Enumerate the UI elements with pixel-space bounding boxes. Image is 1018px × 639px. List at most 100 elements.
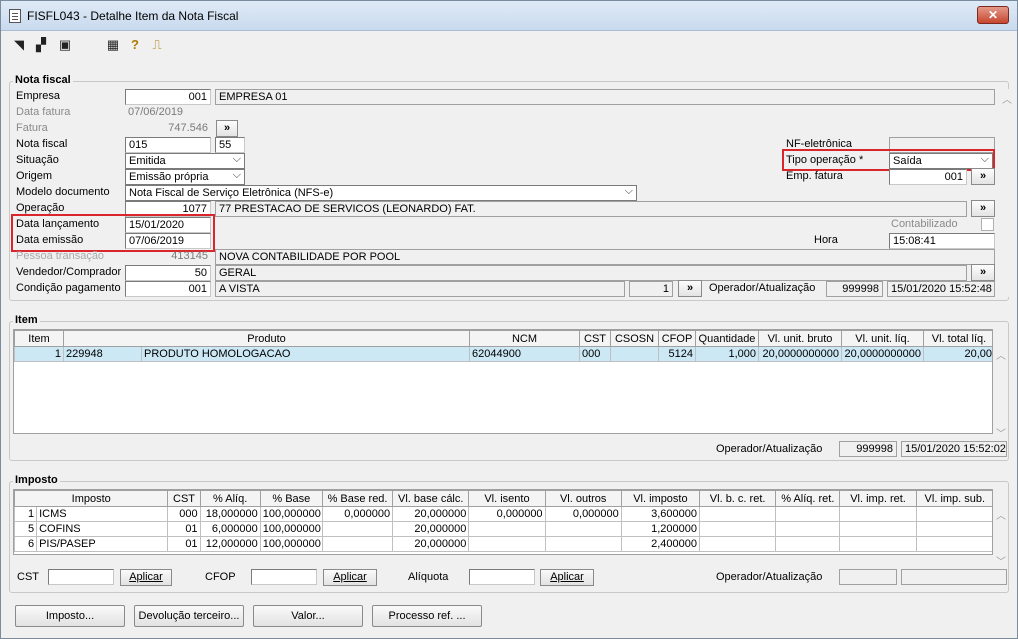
cell[interactable] bbox=[699, 506, 777, 522]
item-col-cfop[interactable]: CFOP bbox=[658, 330, 696, 347]
cell[interactable] bbox=[321, 536, 394, 552]
cell[interactable] bbox=[915, 536, 992, 552]
cell[interactable]: 100,000000 bbox=[259, 536, 323, 552]
cell[interactable]: 1 bbox=[14, 506, 38, 522]
item-scrollbar[interactable]: ︿ ﹀ bbox=[994, 345, 1008, 441]
table-row[interactable]: 6 PIS/PASEP 01 12,000000 100,000000 20,000000… bbox=[14, 536, 992, 552]
aliquota-filter-input[interactable] bbox=[469, 569, 535, 585]
cell[interactable]: 20,0000000000 bbox=[758, 346, 842, 362]
cell[interactable]: 229948 bbox=[63, 346, 142, 362]
nota-fiscal-input[interactable]: 015 bbox=[125, 137, 211, 153]
cell[interactable]: 6,000000 bbox=[199, 521, 261, 537]
help-icon[interactable]: ? bbox=[127, 37, 143, 53]
item-col-produto[interactable]: Produto bbox=[63, 330, 470, 347]
imposto-col-vl-outros[interactable]: Vl. outros bbox=[544, 490, 622, 507]
imposto-col-aliq-ret[interactable]: % Alíq. ret. bbox=[775, 490, 841, 507]
item-col-item[interactable]: Item bbox=[14, 330, 64, 347]
cell[interactable]: 0,000000 bbox=[544, 506, 622, 522]
cell[interactable] bbox=[321, 521, 394, 537]
cell[interactable]: 000 bbox=[167, 506, 201, 522]
condicao-code-input[interactable]: 001 bbox=[125, 281, 211, 297]
situacao-select[interactable]: Emitida bbox=[125, 153, 245, 169]
imposto-col-vl-bc-ret[interactable]: Vl. b. c. ret. bbox=[699, 490, 777, 507]
cell[interactable] bbox=[839, 506, 917, 522]
cell[interactable]: 0,000000 bbox=[468, 506, 546, 522]
cell[interactable]: 20,000000 bbox=[392, 506, 470, 522]
cell[interactable] bbox=[610, 346, 659, 362]
cell[interactable]: 100,000000 bbox=[259, 521, 323, 537]
imposto-col-vl-imp-ret[interactable]: Vl. imp. ret. bbox=[839, 490, 917, 507]
processo-ref-button[interactable]: Processo ref. ... bbox=[372, 605, 482, 627]
cell[interactable]: PIS/PASEP bbox=[36, 536, 169, 552]
modelo-select[interactable]: Nota Fiscal de Serviço Eletrônica (NFS-e… bbox=[125, 185, 637, 201]
vendedor-code-input[interactable]: 50 bbox=[125, 265, 211, 281]
cfop-aplicar-button[interactable]: Aplicar bbox=[323, 569, 377, 586]
cell[interactable]: ICMS bbox=[36, 506, 169, 522]
cell[interactable]: 01 bbox=[167, 536, 201, 552]
imposto-col-vl-imposto[interactable]: Vl. imposto bbox=[620, 490, 701, 507]
imposto-col-aliq[interactable]: % Alíq. bbox=[199, 490, 261, 507]
cell[interactable] bbox=[544, 521, 622, 537]
cell[interactable]: 5124 bbox=[658, 346, 696, 362]
cell[interactable]: 20,000000 bbox=[392, 521, 470, 537]
item-col-vl-total-liq[interactable]: Vl. total líq. bbox=[923, 330, 992, 347]
table-row[interactable]: 5 COFINS 01 6,000000 100,000000 20,000000 1,20… bbox=[14, 521, 992, 537]
cell[interactable] bbox=[699, 536, 777, 552]
imposto-col-imposto[interactable]: Imposto bbox=[14, 490, 169, 507]
cell[interactable] bbox=[915, 506, 992, 522]
imposto-col-vl-imp-sub[interactable]: Vl. imp. sub. bbox=[915, 490, 992, 507]
cell[interactable] bbox=[699, 521, 777, 537]
cell[interactable]: 1 bbox=[14, 346, 64, 362]
cell[interactable]: 3,600000 bbox=[620, 506, 701, 522]
cell[interactable]: 2,400000 bbox=[620, 536, 701, 552]
cell[interactable]: PRODUTO HOMOLOGACAO bbox=[141, 346, 470, 362]
imposto-col-base-red[interactable]: % Base red. bbox=[321, 490, 394, 507]
imposto-col-vl-base-calc[interactable]: Vl. base cálc. bbox=[392, 490, 470, 507]
cell[interactable] bbox=[775, 521, 841, 537]
item-col-cst[interactable]: CST bbox=[579, 330, 611, 347]
cell[interactable] bbox=[468, 521, 546, 537]
fatura-lookup-button[interactable]: » bbox=[216, 120, 238, 137]
emp-fatura-input[interactable]: 001 bbox=[889, 169, 967, 185]
cell[interactable]: 100,000000 bbox=[259, 506, 323, 522]
contabilizado-checkbox[interactable] bbox=[981, 218, 994, 231]
cell[interactable] bbox=[775, 536, 841, 552]
emp-fatura-lookup-button[interactable]: » bbox=[971, 168, 995, 185]
item-col-ncm[interactable]: NCM bbox=[469, 330, 580, 347]
cell[interactable]: 1,200000 bbox=[620, 521, 701, 537]
item-col-csosn[interactable]: CSOSN bbox=[610, 330, 659, 347]
calculator-icon[interactable]: ▦ bbox=[105, 37, 121, 53]
imposto-col-cst[interactable]: CST bbox=[167, 490, 201, 507]
hora-input[interactable]: 15:08:41 bbox=[889, 233, 995, 249]
serie-input[interactable]: 55 bbox=[215, 137, 245, 153]
exit-icon[interactable]: ⎍ bbox=[149, 37, 165, 53]
table-row[interactable]: 1 ICMS 000 18,000000 100,000000 0,000000 20,00… bbox=[14, 506, 992, 522]
item-col-vl-unit-bruto[interactable]: Vl. unit. bruto bbox=[758, 330, 842, 347]
imposto-col-vl-isento[interactable]: Vl. isento bbox=[468, 490, 546, 507]
imposto-button[interactable]: Imposto... bbox=[15, 605, 125, 627]
cell[interactable] bbox=[544, 536, 622, 552]
close-button[interactable]: ✕ bbox=[977, 6, 1009, 24]
devolucao-terceiro-button[interactable]: Devolução terceiro... bbox=[134, 605, 244, 627]
cell[interactable]: 62044900 bbox=[469, 346, 580, 362]
empresa-code-input[interactable]: 001 bbox=[125, 89, 211, 105]
valor-button[interactable]: Valor... bbox=[253, 605, 363, 627]
cell[interactable] bbox=[839, 521, 917, 537]
cst-filter-input[interactable] bbox=[48, 569, 114, 585]
cell[interactable]: 20,000000 bbox=[392, 536, 470, 552]
cst-aplicar-button[interactable]: Aplicar bbox=[120, 569, 172, 586]
imposto-scrollbar[interactable]: ︿ ﹀ bbox=[994, 505, 1008, 568]
cell[interactable]: COFINS bbox=[36, 521, 169, 537]
cell[interactable]: 20,00 bbox=[923, 346, 992, 362]
cell[interactable]: 20,0000000000 bbox=[841, 346, 924, 362]
cell[interactable]: 1,000 bbox=[695, 346, 759, 362]
cell[interactable]: 18,000000 bbox=[199, 506, 261, 522]
item-col-quantidade[interactable]: Quantidade bbox=[695, 330, 759, 347]
cell[interactable]: 12,000000 bbox=[199, 536, 261, 552]
cfop-filter-input[interactable] bbox=[251, 569, 317, 585]
cell[interactable] bbox=[915, 521, 992, 537]
nota-scrollbar[interactable]: ︿ bbox=[1000, 89, 1014, 297]
copy-icon[interactable]: ▞ bbox=[33, 37, 49, 53]
cell[interactable] bbox=[839, 536, 917, 552]
table-row[interactable]: 1 229948 PRODUTO HOMOLOGACAO 62044900 00… bbox=[14, 346, 992, 362]
